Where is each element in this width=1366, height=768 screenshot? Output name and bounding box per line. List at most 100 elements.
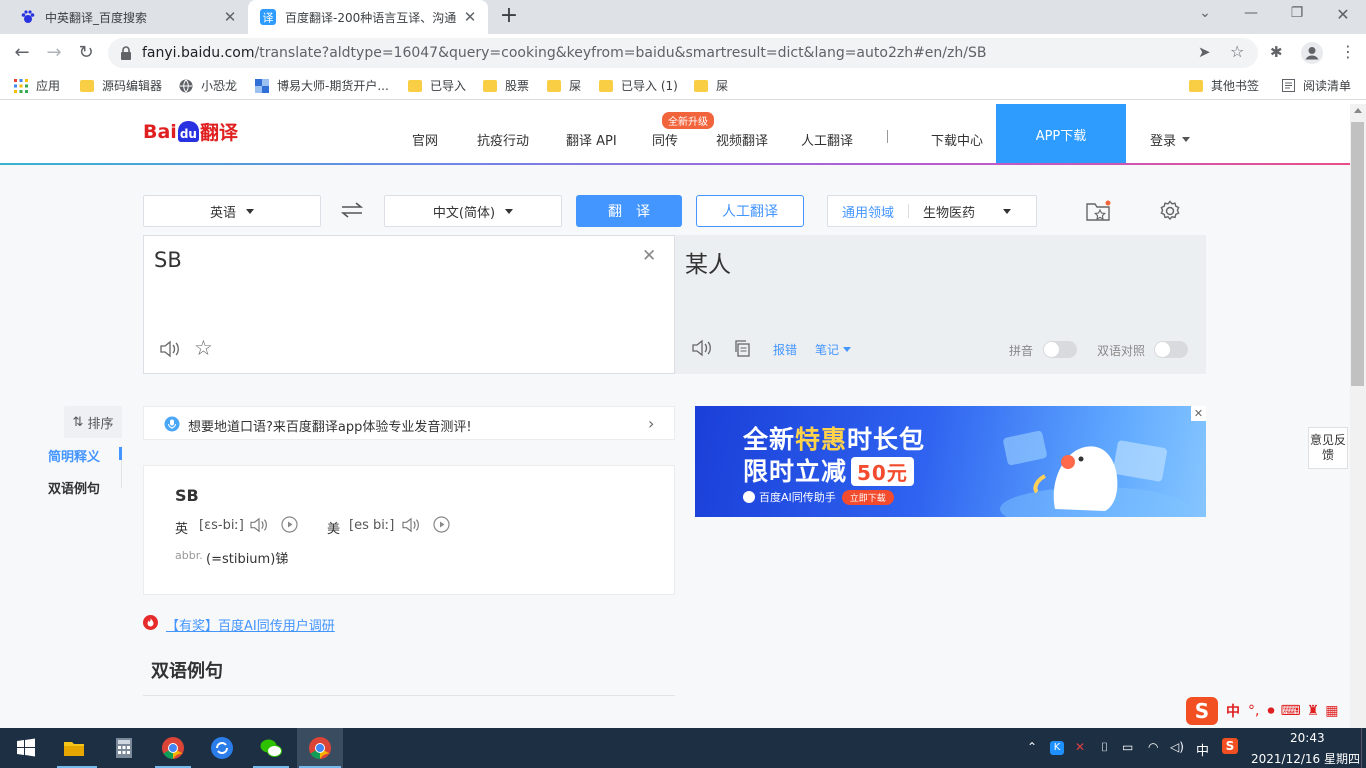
domain-select[interactable]: 通用领域 生物医药 <box>827 195 1037 227</box>
target-language-select[interactable]: 中文(简体) <box>384 195 562 227</box>
favorites-folder-icon[interactable] <box>1086 200 1112 222</box>
star-icon[interactable]: ☆ <box>194 336 213 360</box>
bookmark-reading-list[interactable]: 阅读清单 <box>1282 77 1351 94</box>
forward-button[interactable]: → <box>42 42 66 64</box>
nav-simultaneous[interactable]: 同传 <box>652 130 678 149</box>
minimize-button[interactable]: — <box>1239 5 1263 25</box>
sync-app-icon[interactable] <box>210 736 234 760</box>
back-button[interactable]: ← <box>10 42 34 64</box>
speaker-icon[interactable] <box>691 339 713 357</box>
speaker-icon[interactable] <box>249 517 269 533</box>
sogou-logo-icon[interactable]: S <box>1186 697 1218 725</box>
tray-volume-icon[interactable]: ◁) <box>1170 740 1184 754</box>
bookmark-star-icon[interactable]: ☆ <box>1230 42 1244 61</box>
source-input[interactable]: SB <box>154 248 182 272</box>
bookmark-other[interactable]: 其他书签 <box>1189 77 1259 94</box>
nav-download-center[interactable]: 下载中心 <box>931 130 983 149</box>
tray-wifi-icon[interactable]: ◠ <box>1148 740 1158 754</box>
bilingual-toggle[interactable] <box>1154 341 1188 358</box>
close-tab-icon[interactable]: ✕ <box>462 8 478 26</box>
tray-sogou-icon[interactable]: S <box>1222 738 1238 754</box>
survey-link[interactable]: 【有奖】百度AI同传用户调研 <box>166 615 335 634</box>
ime-punct-icon[interactable]: °, <box>1248 703 1259 719</box>
windows-start-icon[interactable] <box>14 736 38 760</box>
clock-date[interactable]: 2021/12/16 星期四 <box>1251 750 1360 767</box>
show-desktop-button[interactable] <box>1361 728 1366 768</box>
calculator-icon[interactable] <box>112 736 136 760</box>
tray-app-k-icon[interactable]: K <box>1050 741 1064 755</box>
feedback-button[interactable]: 意见反馈 <box>1308 427 1348 469</box>
bookmark-folder[interactable]: 已导入 (1) <box>599 77 678 94</box>
tray-ime-indicator[interactable]: 中 <box>1196 740 1209 759</box>
bookmark-folder[interactable]: 屎 <box>547 77 581 94</box>
settings-gear-icon[interactable] <box>1159 200 1181 222</box>
scroll-up-icon[interactable] <box>1354 108 1362 113</box>
login-button[interactable]: 登录 <box>1150 130 1191 149</box>
scrollbar-thumb[interactable] <box>1351 122 1364 386</box>
report-error-link[interactable]: 报错 <box>773 341 797 358</box>
bookmark-folder[interactable]: 屎 <box>694 77 728 94</box>
sidebar-item-brief[interactable]: 简明释义 <box>48 446 100 465</box>
ime-mic-icon[interactable]: ⏺ <box>1267 703 1274 719</box>
tray-network-x-icon[interactable]: ✕ <box>1075 740 1085 754</box>
oral-promo-bar[interactable]: 想要地道口语?来百度翻译app体验专业发音测评! › <box>143 406 675 440</box>
sort-button[interactable]: ⇅ 排序 <box>64 406 122 438</box>
bookmark-folder[interactable]: 源码编辑器 <box>80 77 162 94</box>
ime-skin-icon[interactable]: ♜ <box>1307 703 1320 719</box>
wechat-icon[interactable] <box>259 736 283 760</box>
bookmark-folder[interactable]: 已导入 <box>408 77 466 94</box>
send-to-device-icon[interactable]: ➤ <box>1198 43 1211 61</box>
page-scrollbar[interactable] <box>1350 104 1366 728</box>
new-tab-button[interactable]: + <box>498 5 520 28</box>
nav-human-translate[interactable]: 人工翻译 <box>801 130 853 149</box>
address-bar[interactable]: fanyi.baidu.com/translate?aldtype=16047&… <box>108 38 1258 68</box>
notes-dropdown[interactable]: 笔记 <box>815 341 852 358</box>
reload-button[interactable]: ↻ <box>74 42 98 64</box>
swap-languages-icon[interactable] <box>341 201 363 219</box>
menu-kebab-icon[interactable]: ⋮ <box>1340 42 1356 61</box>
nav-official-site[interactable]: 官网 <box>412 130 438 149</box>
play-record-icon[interactable] <box>281 516 298 533</box>
source-language-select[interactable]: 英语 <box>143 195 321 227</box>
nav-api[interactable]: 翻译 API <box>566 130 617 149</box>
tab-baidu-translate[interactable]: 译 百度翻译-200种语言互译、沟通 ✕ <box>248 0 488 34</box>
file-explorer-icon[interactable] <box>62 736 86 760</box>
ad-cta[interactable]: 立即下载 <box>841 489 894 505</box>
speaker-icon[interactable] <box>401 517 421 533</box>
human-translate-button[interactable]: 人工翻译 <box>696 195 804 227</box>
ad-banner[interactable]: 全新特惠时长包 限时立减 50元 百度AI同传助手 立即下载 ✕ <box>695 406 1206 517</box>
close-tab-icon[interactable]: ✕ <box>222 8 238 26</box>
copy-icon[interactable] <box>733 339 751 357</box>
close-window-button[interactable]: ✕ <box>1331 5 1355 25</box>
bookmark-site[interactable]: 小恐龙 <box>179 77 237 94</box>
ime-toolbox-icon[interactable]: ▦ <box>1325 703 1338 719</box>
play-record-icon[interactable] <box>433 516 450 533</box>
chrome-active-icon[interactable] <box>308 736 332 760</box>
bookmark-folder[interactable]: 股票 <box>483 77 529 94</box>
tray-usb-icon[interactable]: ⌷ <box>1101 740 1108 755</box>
ime-lang[interactable]: 中 <box>1226 701 1240 721</box>
clear-input-icon[interactable]: ✕ <box>642 246 656 266</box>
pinyin-toggle[interactable] <box>1043 341 1077 358</box>
tray-battery-icon[interactable]: ▭ <box>1122 740 1133 754</box>
tray-expand-icon[interactable]: ⌃ <box>1027 740 1037 754</box>
translate-button[interactable]: 翻 译 <box>576 195 682 227</box>
nav-covid[interactable]: 抗疫行动 <box>477 130 529 149</box>
tab-search-icon[interactable]: ⌄ <box>1193 5 1217 25</box>
clock-time[interactable]: 20:43 <box>1290 731 1325 745</box>
restore-button[interactable]: ❐ <box>1285 5 1309 25</box>
ime-keyboard-icon[interactable]: ⌨ <box>1280 703 1300 719</box>
tab-baidu-search[interactable]: 中英翻译_百度搜索 ✕ <box>8 0 248 34</box>
profile-avatar-icon[interactable] <box>1301 42 1323 64</box>
app-download-button[interactable]: APP下载 <box>996 104 1126 164</box>
chrome-icon[interactable] <box>161 736 185 760</box>
extensions-icon[interactable]: ✱ <box>1270 43 1283 61</box>
nav-video-translate[interactable]: 视频翻译 <box>716 130 768 149</box>
ad-close-icon[interactable]: ✕ <box>1191 406 1206 421</box>
bookmark-site[interactable]: 博易大师-期货开户... <box>255 77 389 94</box>
speaker-icon[interactable] <box>159 340 181 358</box>
source-text-pane[interactable]: SB ✕ ☆ <box>143 235 675 374</box>
baidu-translate-logo[interactable]: Bai du 翻译 <box>143 118 238 145</box>
sidebar-item-examples[interactable]: 双语例句 <box>48 478 100 497</box>
bookmark-apps[interactable]: 应用 <box>14 77 60 94</box>
